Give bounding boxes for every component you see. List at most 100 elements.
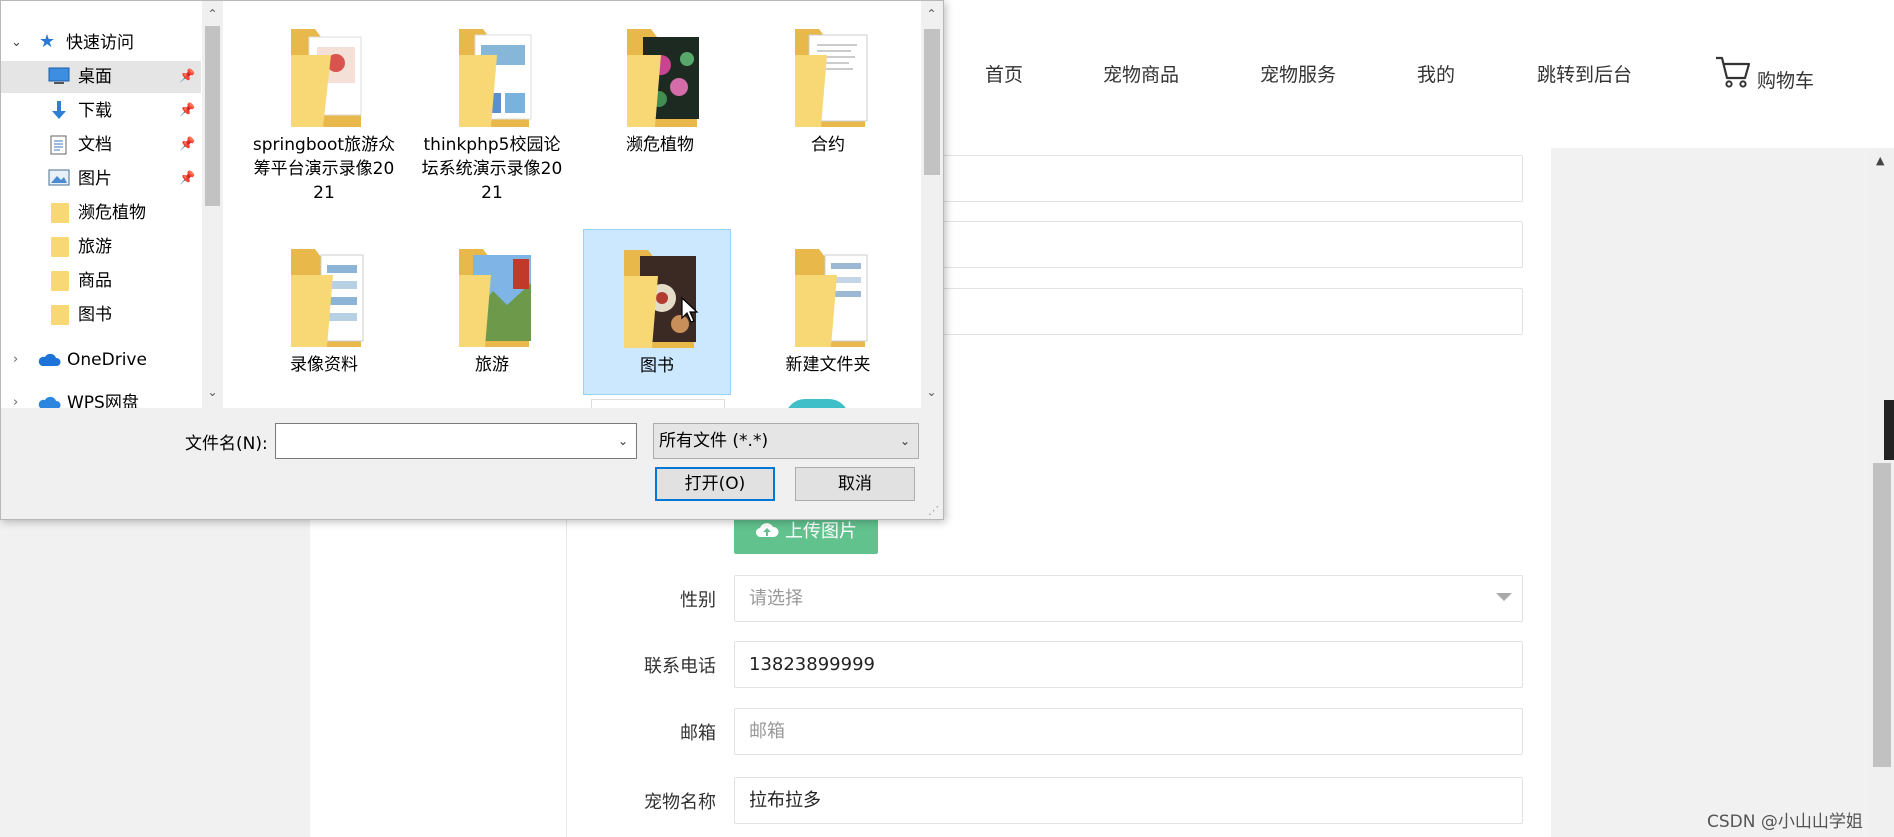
nav-scroll-thumb[interactable] xyxy=(205,26,220,206)
tree-item-desktop[interactable]: 桌面 📌 xyxy=(1,61,201,93)
file-item[interactable]: 录像资料 xyxy=(251,229,397,395)
caret-down-icon xyxy=(1496,593,1512,601)
folder-books-icon xyxy=(624,250,699,348)
cart-label: 购物车 xyxy=(1757,70,1815,92)
chevron-right-icon[interactable]: › xyxy=(13,344,18,376)
chevron-down-icon[interactable]: ⌄ xyxy=(618,434,628,448)
filename-label: 文件名(N): xyxy=(185,434,268,454)
filetype-select[interactable]: 所有文件 (*.*) ⌄ xyxy=(653,423,919,459)
gender-select[interactable]: 请选择 xyxy=(734,575,1523,622)
file-item-partial[interactable] xyxy=(591,399,725,408)
filetype-value: 所有文件 (*.*) xyxy=(659,431,769,451)
scroll-marker xyxy=(1884,400,1894,460)
folder-video-icon xyxy=(459,29,532,127)
tree-item-label: 下载 xyxy=(78,101,112,121)
scroll-up-arrow-icon[interactable]: ⌃ xyxy=(921,7,942,21)
scroll-down-arrow-icon[interactable]: ⌄ xyxy=(202,385,223,399)
file-label: 图书 xyxy=(640,356,674,376)
folder-video-icon xyxy=(291,249,364,347)
navigation-pane: ⌄ ★ 快速访问 桌面 📌 下载 📌 文档 📌 图片 📌 濒危植物 旅游 商品 … xyxy=(1,1,223,408)
tree-item-label: 商品 xyxy=(78,271,112,291)
chevron-right-icon[interactable]: › xyxy=(13,387,18,408)
tree-item-folder-books[interactable]: 图书 xyxy=(1,299,201,331)
scroll-down-arrow-icon[interactable]: ⌄ xyxy=(921,385,942,399)
pin-icon: 📌 xyxy=(179,137,196,152)
resize-grip-icon[interactable]: ⋰ xyxy=(928,504,939,517)
tree-item-label: 图片 xyxy=(78,169,112,189)
nav-home[interactable]: 首页 xyxy=(985,60,1023,87)
email-label: 邮箱 xyxy=(680,723,716,744)
scroll-up-arrow-icon[interactable]: ▲ xyxy=(1876,154,1884,167)
file-item[interactable]: 新建文件夹 xyxy=(755,229,901,395)
pet-name-label: 宠物名称 xyxy=(644,792,716,813)
nav-pet-products[interactable]: 宠物商品 xyxy=(1103,60,1179,87)
files-scroll-thumb[interactable] xyxy=(924,29,940,175)
chevron-down-icon[interactable]: ⌄ xyxy=(11,27,22,59)
file-item[interactable]: 合约 xyxy=(755,9,901,215)
file-item-selected[interactable]: 图书 xyxy=(583,229,731,395)
file-item[interactable]: springboot旅游众筹平台演示录像2021 xyxy=(251,9,397,215)
desktop-icon xyxy=(48,67,70,84)
open-button[interactable]: 打开(O) xyxy=(655,467,775,501)
tree-item-folder-goods[interactable]: 商品 xyxy=(1,265,201,297)
watermark: CSDN @小山山学姐 xyxy=(1707,812,1863,832)
file-item[interactable]: thinkphp5校园论坛系统演示录像2021 xyxy=(419,9,565,215)
nav-pane-scrollbar[interactable]: ⌃ ⌄ xyxy=(202,1,223,408)
file-item-partial[interactable] xyxy=(785,399,849,408)
page-scrollbar[interactable]: ▲ xyxy=(1870,148,1894,837)
nav-pet-services[interactable]: 宠物服务 xyxy=(1260,60,1336,87)
file-label: 旅游 xyxy=(475,355,509,375)
file-label: 新建文件夹 xyxy=(785,355,871,375)
file-item[interactable]: 旅游 xyxy=(419,229,565,395)
file-item[interactable]: 濒危植物 xyxy=(587,9,733,215)
tree-item-folder-travel[interactable]: 旅游 xyxy=(1,231,201,263)
pet-name-input[interactable]: 拉布拉多 xyxy=(734,777,1523,824)
tree-item-documents[interactable]: 文档 📌 xyxy=(1,129,201,161)
phone-input[interactable]: 13823899999 xyxy=(734,641,1523,688)
tree-item-label: 图书 xyxy=(78,305,112,325)
tree-item-onedrive[interactable]: › OneDrive xyxy=(1,344,201,376)
tree-item-pictures[interactable]: 图片 📌 xyxy=(1,163,201,195)
file-label: 合约 xyxy=(811,135,845,155)
phone-label: 联系电话 xyxy=(644,656,716,677)
upload-image-label: 上传图片 xyxy=(785,521,857,542)
tree-item-downloads[interactable]: 下载 📌 xyxy=(1,95,201,127)
filename-input[interactable]: ⌄ xyxy=(275,423,637,459)
email-placeholder: 邮箱 xyxy=(749,721,785,742)
folder-icon xyxy=(795,249,868,347)
file-label: springboot旅游众筹平台演示录像2021 xyxy=(252,135,396,203)
pin-icon: 📌 xyxy=(179,103,196,118)
phone-value: 13823899999 xyxy=(749,654,875,675)
tree-item-folder-plants[interactable]: 濒危植物 xyxy=(1,197,201,229)
file-label: 濒危植物 xyxy=(626,135,694,155)
chevron-down-icon: ⌄ xyxy=(899,434,910,448)
tree-quick-access[interactable]: ⌄ ★ 快速访问 xyxy=(1,27,201,59)
tree-item-label: OneDrive xyxy=(67,350,147,370)
pin-icon: 📌 xyxy=(179,171,196,186)
cart-icon xyxy=(1716,56,1751,88)
files-pane-scrollbar[interactable]: ⌃ ⌄ xyxy=(921,1,943,408)
tree-item-wps[interactable]: › WPS网盘 xyxy=(1,387,201,408)
tree-item-label: 桌面 xyxy=(78,67,112,87)
pet-name-value: 拉布拉多 xyxy=(749,790,821,811)
document-icon xyxy=(50,135,67,155)
file-open-dialog: ⌄ ★ 快速访问 桌面 📌 下载 📌 文档 📌 图片 📌 濒危植物 旅游 商品 … xyxy=(0,0,944,520)
tree-item-label: WPS网盘 xyxy=(67,393,139,408)
nav-backend[interactable]: 跳转到后台 xyxy=(1537,60,1632,87)
gender-label: 性别 xyxy=(680,590,716,611)
folder-plants-icon xyxy=(627,29,699,127)
cancel-button[interactable]: 取消 xyxy=(795,467,915,501)
folder-icon xyxy=(51,271,69,291)
wps-cloud-icon xyxy=(38,396,61,408)
download-icon xyxy=(52,101,66,119)
tree-quick-access-label: 快速访问 xyxy=(66,33,134,53)
page-scroll-thumb[interactable] xyxy=(1873,463,1891,767)
folder-documents-icon xyxy=(795,29,868,127)
tree-item-label: 文档 xyxy=(78,135,112,155)
nav-mine[interactable]: 我的 xyxy=(1417,60,1455,87)
scroll-up-arrow-icon[interactable]: ⌃ xyxy=(202,7,223,21)
folder-icon xyxy=(51,305,69,325)
cloud-icon xyxy=(38,353,61,366)
email-input[interactable]: 邮箱 xyxy=(734,708,1523,755)
cloud-upload-icon xyxy=(755,523,779,538)
